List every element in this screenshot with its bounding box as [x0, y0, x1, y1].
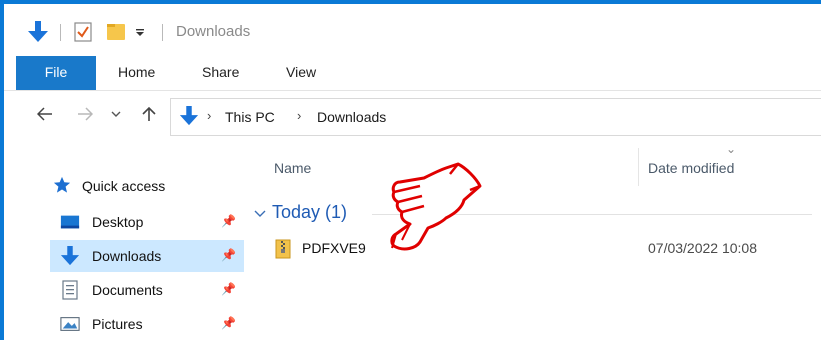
new-folder-icon[interactable] [104, 19, 128, 45]
column-header-date-modified[interactable]: Date modified [648, 160, 734, 176]
navigation-pane: Quick access Desktop 📌 Downloads 📌 Docum… [4, 142, 244, 340]
download-arrow-icon[interactable] [24, 19, 52, 45]
group-label: Today (1) [272, 202, 348, 222]
recent-dropdown-icon[interactable] [108, 103, 124, 125]
downloads-location-icon [179, 105, 199, 132]
downloads-icon [60, 246, 80, 266]
sort-chevron-icon: ⌄ [726, 142, 737, 156]
star-icon [52, 175, 72, 195]
breadcrumb-downloads[interactable]: Downloads [317, 109, 386, 125]
sidebar-item-label: Quick access [82, 178, 166, 194]
file-date-modified: 07/03/2022 10:08 [648, 240, 757, 256]
up-arrow-icon[interactable] [138, 103, 160, 125]
pin-icon[interactable]: 📌 [221, 214, 236, 228]
customize-dropdown-icon[interactable] [132, 19, 148, 45]
breadcrumb-separator: › [207, 108, 212, 123]
tab-file[interactable]: File [16, 56, 96, 90]
breadcrumb-this-pc[interactable]: This PC [225, 109, 275, 125]
sidebar-item-desktop[interactable]: Desktop 📌 [50, 206, 244, 238]
file-list: Name ⌄ Date modified Today (1) PDFXVE9 0… [244, 142, 821, 340]
properties-check-icon[interactable] [70, 19, 96, 45]
desktop-icon [60, 212, 80, 232]
navigation-bar: › This PC › Downloads [4, 91, 821, 141]
forward-arrow-icon[interactable] [74, 103, 96, 125]
pin-icon[interactable]: 📌 [221, 316, 236, 330]
zip-folder-icon [275, 239, 291, 259]
chevron-down-icon [254, 205, 266, 221]
breadcrumb-separator: › [297, 108, 302, 123]
pin-icon[interactable]: 📌 [221, 248, 236, 262]
sidebar-item-label: Desktop [92, 214, 144, 230]
pin-icon[interactable]: 📌 [221, 282, 236, 296]
toolbar-separator [162, 24, 163, 41]
file-name: PDFXVE9 [302, 240, 366, 256]
column-header-name[interactable]: Name [274, 160, 311, 176]
pictures-icon [60, 314, 80, 334]
group-header-today[interactable]: Today (1) [254, 202, 347, 223]
address-bar[interactable]: › This PC › Downloads [170, 98, 821, 136]
table-row[interactable]: PDFXVE9 07/03/2022 10:08 [244, 234, 821, 264]
pointing-hand-icon [390, 162, 482, 251]
ribbon: File Home Share View [4, 56, 821, 91]
tab-view[interactable]: View [286, 56, 316, 90]
back-arrow-icon[interactable] [34, 103, 56, 125]
tab-share[interactable]: Share [202, 56, 239, 90]
sidebar-item-documents[interactable]: Documents 📌 [50, 274, 244, 306]
window-title: Downloads [176, 23, 251, 40]
toolbar-separator [60, 24, 61, 41]
sidebar-item-label: Downloads [92, 248, 162, 264]
column-divider[interactable] [638, 148, 639, 186]
sidebar-item-downloads[interactable]: Downloads 📌 [50, 240, 244, 272]
sidebar-item-pictures[interactable]: Pictures 📌 [50, 308, 244, 340]
title-bar: Downloads [4, 4, 821, 56]
tab-home[interactable]: Home [118, 56, 155, 90]
sidebar-item-label: Documents [92, 282, 163, 298]
sidebar-item-label: Pictures [92, 316, 143, 332]
documents-icon [60, 280, 80, 300]
